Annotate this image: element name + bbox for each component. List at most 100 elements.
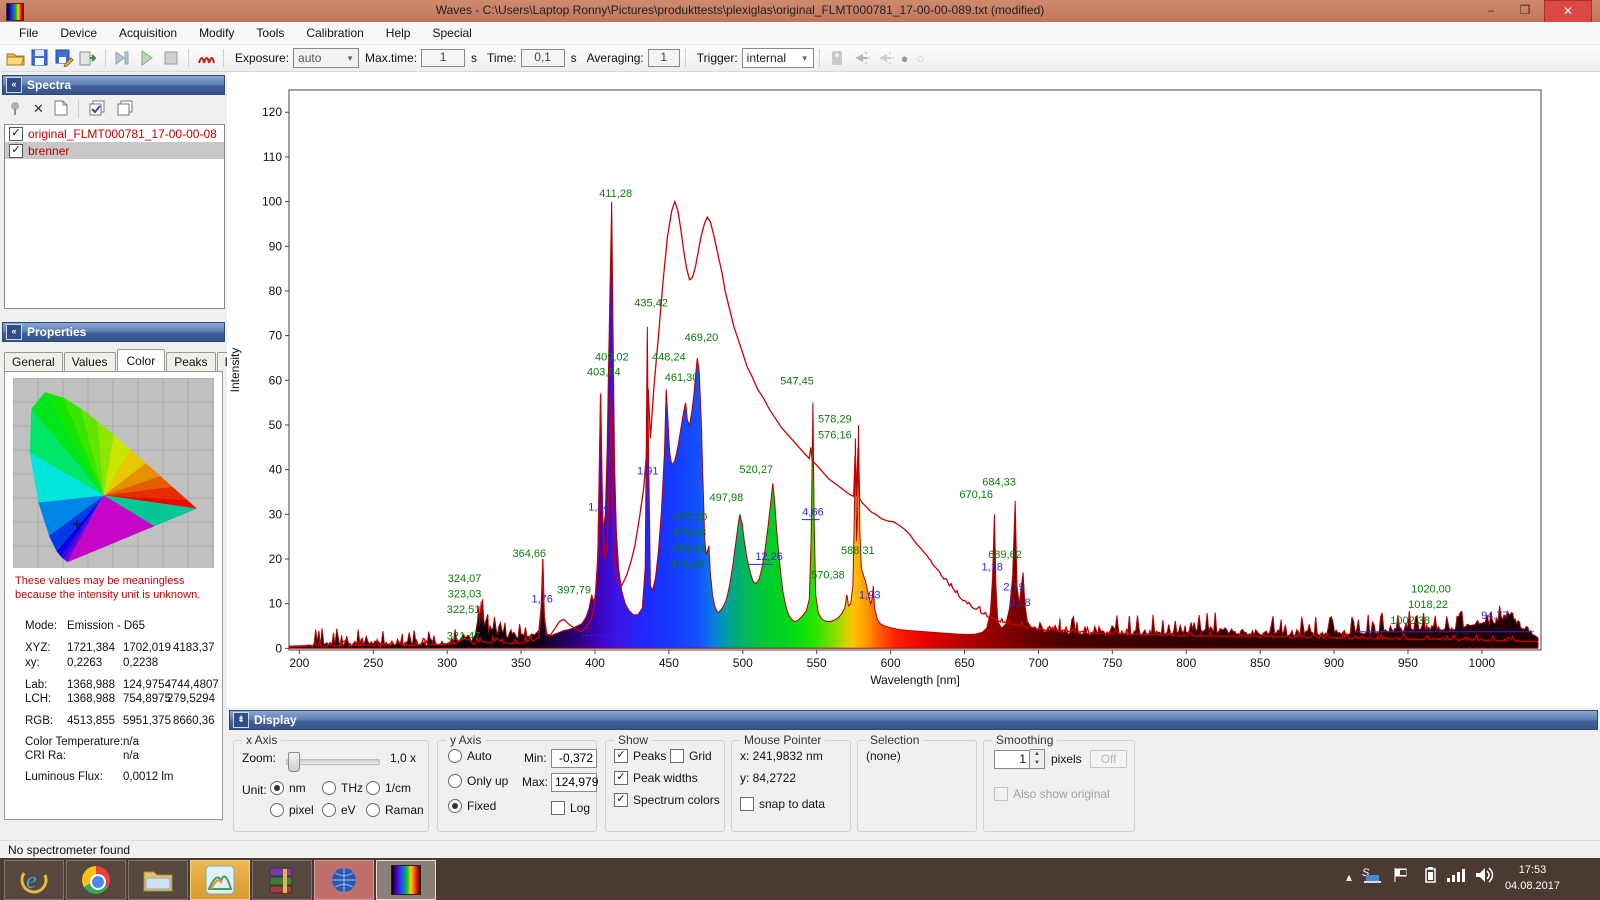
time-input[interactable]: 0,1 xyxy=(521,49,565,67)
tray-volume-icon[interactable] xyxy=(1474,866,1496,887)
menu-special[interactable]: Special xyxy=(421,24,482,42)
check-all-spectra-icon[interactable] xyxy=(89,100,107,119)
play-icon[interactable] xyxy=(137,49,157,67)
taskbar-waves-active-button[interactable] xyxy=(376,860,436,900)
radio-icon[interactable] xyxy=(366,781,380,795)
menu-modify[interactable]: Modify xyxy=(188,24,245,42)
also-show-original-checkbox[interactable] xyxy=(994,787,1008,801)
open-file-icon[interactable] xyxy=(6,49,26,67)
exposure-dropdown[interactable]: auto▼ xyxy=(293,48,359,68)
checkbox-icon[interactable] xyxy=(670,749,684,763)
tab-peaks[interactable]: Peaks xyxy=(166,352,215,371)
menu-calibration[interactable]: Calibration xyxy=(295,24,374,42)
show-checkbox-peak-widths[interactable]: ✓Peak widths xyxy=(614,771,698,785)
properties-panel-header[interactable]: « Properties xyxy=(2,322,225,342)
zoom-slider-thumb[interactable] xyxy=(288,752,300,772)
spectrum-chart[interactable]: 0102030405060708090100110120200250300350… xyxy=(227,72,1600,708)
toolbar-separator xyxy=(685,49,686,67)
spectrum-visibility-checkbox[interactable]: ✓ xyxy=(9,144,23,158)
y-max-input[interactable]: 124,979 xyxy=(551,773,597,792)
log-checkbox-row[interactable]: Log xyxy=(551,801,590,815)
spectrum-visibility-checkbox[interactable]: ✓ xyxy=(9,127,23,141)
maxtime-input[interactable]: 1 xyxy=(421,49,465,67)
unit-radio-eV[interactable]: eV xyxy=(322,803,356,817)
taskbar-globe-app-button[interactable] xyxy=(314,860,374,900)
checkbox-icon[interactable]: ✓ xyxy=(614,793,628,807)
tab-values[interactable]: Values xyxy=(64,352,116,371)
skip-to-end-icon[interactable] xyxy=(113,49,133,67)
unit-radio-THz[interactable]: THz xyxy=(322,781,363,795)
minimize-button[interactable]: – xyxy=(1474,0,1508,21)
menu-device[interactable]: Device xyxy=(49,24,108,42)
smoothing-off-button[interactable]: Off xyxy=(1090,750,1128,768)
zoom-slider-track[interactable] xyxy=(286,759,380,765)
averaging-input[interactable]: 1 xyxy=(648,49,680,67)
new-document-icon[interactable] xyxy=(54,100,68,119)
save-icon[interactable] xyxy=(30,49,50,67)
tab-color[interactable]: Color xyxy=(117,349,166,372)
tab-general[interactable]: General xyxy=(4,352,63,371)
log-checkbox[interactable] xyxy=(551,801,565,815)
display-panel-header[interactable]: ⇟ Display xyxy=(229,710,1598,730)
spectra-panel-header[interactable]: « Spectra xyxy=(2,75,225,95)
unit-radio-nm[interactable]: nm xyxy=(270,781,306,795)
collapse-panel-icon[interactable]: « xyxy=(6,324,22,340)
radio-icon[interactable] xyxy=(270,781,284,795)
save-as-icon[interactable] xyxy=(54,49,74,67)
unit-radio-pixel[interactable]: pixel xyxy=(270,803,314,817)
radio-icon[interactable] xyxy=(322,781,336,795)
title-bar[interactable]: Waves - C:\Users\Laptop Ronny\Pictures\p… xyxy=(0,0,1600,23)
tray-synaptics-icon[interactable]: S xyxy=(1362,866,1382,887)
radio-icon[interactable] xyxy=(448,774,462,788)
menu-tools[interactable]: Tools xyxy=(245,24,295,42)
taskbar-chrome-button[interactable] xyxy=(66,860,126,900)
tray-action-center-flag-icon[interactable] xyxy=(1392,866,1410,887)
smoothing-spinner[interactable]: ▲▼ xyxy=(1030,749,1045,769)
delete-spectrum-icon[interactable]: ✕ xyxy=(33,101,44,117)
spectrum-list-item[interactable]: ✓brenner xyxy=(5,142,224,159)
clock-date: 04.08.2017 xyxy=(1505,878,1560,894)
snap-to-data-row[interactable]: snap to data xyxy=(740,797,825,811)
tray-network-signal-icon[interactable] xyxy=(1446,866,1468,887)
radio-icon[interactable] xyxy=(448,799,462,813)
smoothing-input[interactable]: 1 xyxy=(994,750,1030,769)
tray-expand-icon[interactable]: ▴ xyxy=(1346,870,1352,884)
taskbar-explorer-button[interactable] xyxy=(128,860,188,900)
snap-to-data-checkbox[interactable] xyxy=(740,797,754,811)
menu-file[interactable]: File xyxy=(8,24,49,42)
spectra-list[interactable]: ✓original_FLMT000781_17-00-00-08✓brenner xyxy=(4,124,225,309)
unit-radio-Raman[interactable]: Raman xyxy=(366,803,424,817)
taskbar-ie-button[interactable]: e xyxy=(4,860,64,900)
dark-mode-curves-icon[interactable] xyxy=(196,49,216,67)
taskbar-photo-app-button[interactable] xyxy=(190,860,250,900)
yaxis-radio-only-up[interactable]: Only up xyxy=(448,774,508,788)
collapse-panel-icon[interactable]: ⇟ xyxy=(233,712,249,728)
uncheck-all-spectra-icon[interactable] xyxy=(117,100,135,119)
yaxis-radio-fixed[interactable]: Fixed xyxy=(448,799,496,813)
collapse-panel-icon[interactable]: « xyxy=(6,77,22,93)
radio-icon[interactable] xyxy=(366,803,380,817)
trigger-dropdown[interactable]: internal▼ xyxy=(742,48,814,68)
show-checkbox-spectrum-colors[interactable]: ✓Spectrum colors xyxy=(614,793,720,807)
spectrum-list-item[interactable]: ✓original_FLMT000781_17-00-00-08 xyxy=(5,125,224,142)
close-button[interactable]: ✕ xyxy=(1544,0,1592,23)
radio-icon[interactable] xyxy=(270,803,284,817)
radio-icon[interactable] xyxy=(448,749,462,763)
maximize-button[interactable]: ❐ xyxy=(1508,0,1542,21)
stop-icon[interactable] xyxy=(161,49,181,67)
checkbox-icon[interactable]: ✓ xyxy=(614,771,628,785)
pin-icon[interactable] xyxy=(7,100,23,119)
radio-icon[interactable] xyxy=(322,803,336,817)
show-checkbox-grid[interactable]: Grid xyxy=(670,749,712,763)
y-min-input[interactable]: -0,372 xyxy=(551,749,597,768)
show-checkbox-peaks[interactable]: ✓Peaks xyxy=(614,749,666,763)
yaxis-radio-auto[interactable]: Auto xyxy=(448,749,492,763)
checkbox-icon[interactable]: ✓ xyxy=(614,749,628,763)
taskbar-clock[interactable]: 17:53 04.08.2017 xyxy=(1505,862,1560,894)
menu-help[interactable]: Help xyxy=(375,24,422,42)
tray-battery-icon[interactable] xyxy=(1422,866,1438,887)
menu-acquisition[interactable]: Acquisition xyxy=(108,24,188,42)
export-icon[interactable] xyxy=(78,49,98,67)
unit-radio-1-cm[interactable]: 1/cm xyxy=(366,781,411,795)
taskbar-winrar-button[interactable] xyxy=(252,860,312,900)
